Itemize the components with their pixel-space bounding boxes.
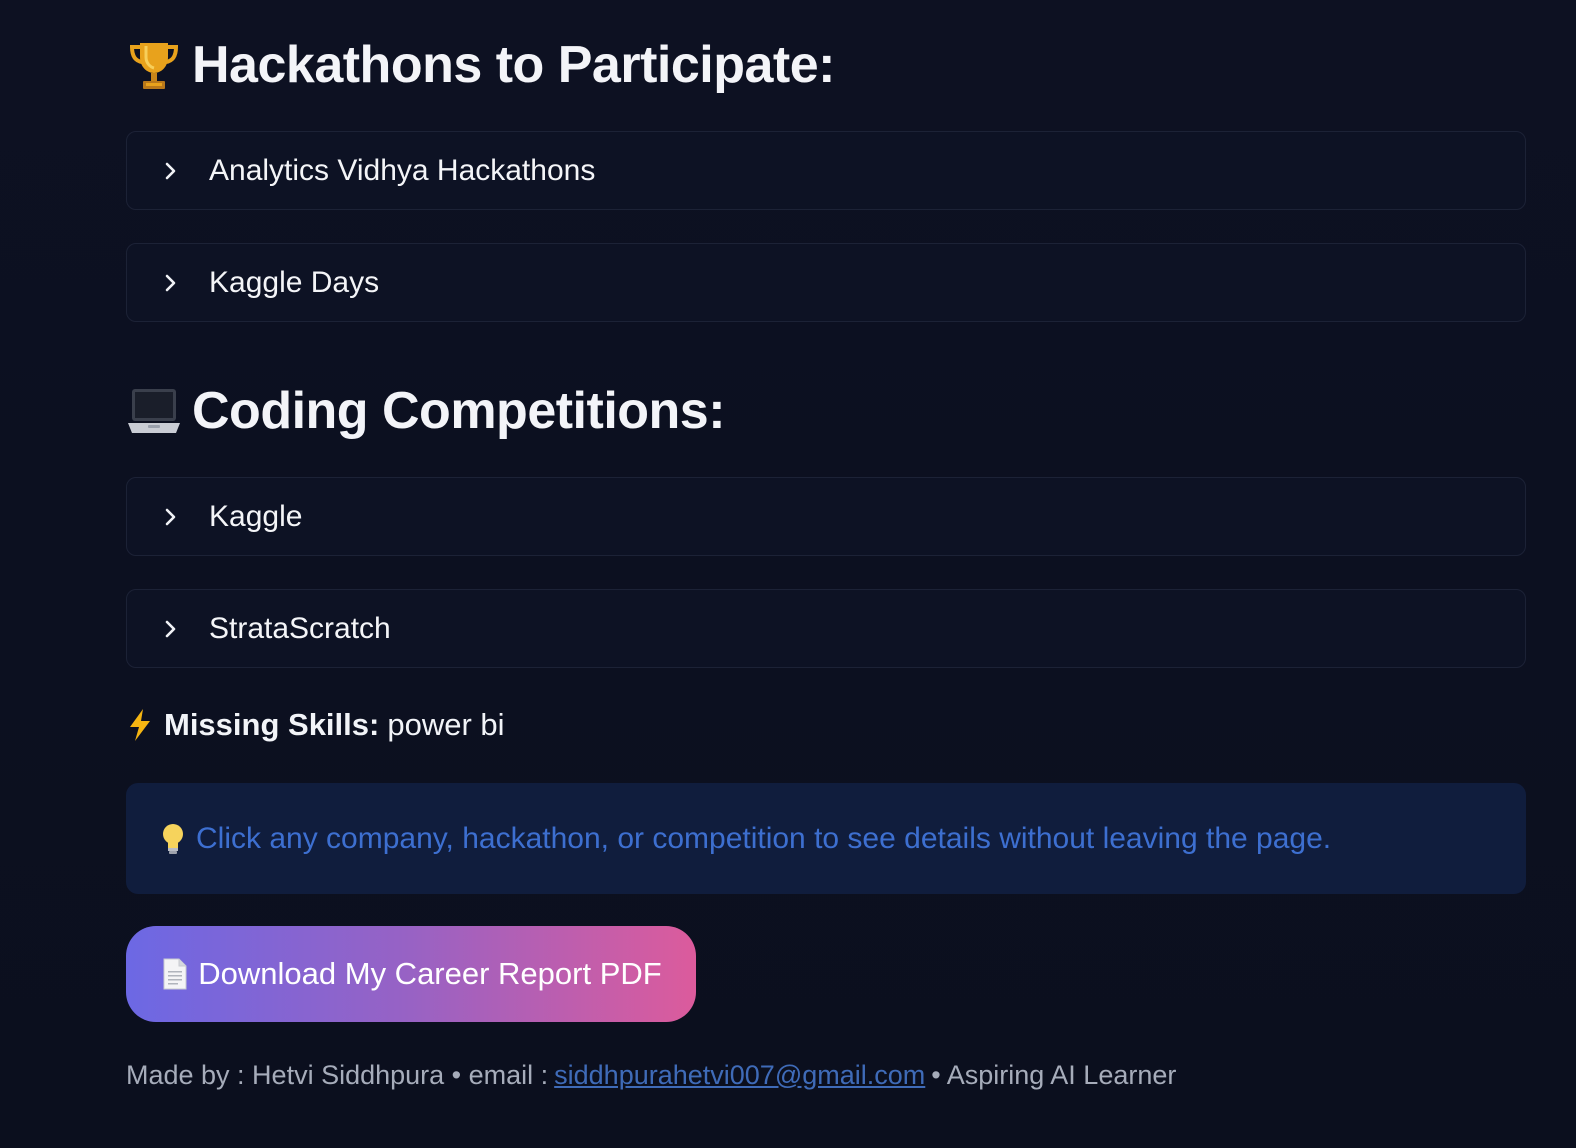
expander-stratascratch[interactable]: StrataScratch bbox=[126, 589, 1526, 668]
expander-label: StrataScratch bbox=[209, 611, 391, 645]
footer: Made by : Hetvi Siddhpura • email : sidd… bbox=[126, 1057, 1176, 1093]
hackathons-heading: Hackathons to Participate: bbox=[126, 32, 835, 98]
chevron-right-icon bbox=[163, 273, 179, 293]
info-alert: Click any company, hackathon, or competi… bbox=[126, 783, 1526, 894]
download-button-label: Download My Career Report PDF bbox=[198, 956, 662, 991]
expander-label: Kaggle Days bbox=[209, 265, 380, 299]
expander-label: Kaggle bbox=[209, 499, 303, 533]
laptop-icon bbox=[126, 383, 182, 439]
document-icon bbox=[160, 957, 190, 991]
hackathons-title: Hackathons to Participate: bbox=[192, 36, 835, 94]
page: Hackathons to Participate: Analytics Vid… bbox=[0, 0, 1576, 1148]
chevron-right-icon bbox=[163, 507, 179, 527]
expander-label: Analytics Vidhya Hackathons bbox=[209, 153, 596, 187]
footer-made-by: Made by : Hetvi Siddhpura • email : bbox=[126, 1059, 549, 1090]
footer-email-link[interactable]: siddhpurahetvi007@gmail.com bbox=[554, 1060, 925, 1091]
trophy-icon bbox=[126, 37, 182, 93]
missing-skills: Missing Skills: power bi bbox=[126, 703, 505, 747]
lightning-icon bbox=[126, 708, 154, 742]
expander-kaggle-days[interactable]: Kaggle Days bbox=[126, 243, 1526, 322]
download-report-button[interactable]: Download My Career Report PDF bbox=[126, 926, 696, 1022]
lightbulb-icon bbox=[160, 822, 186, 856]
chevron-right-icon bbox=[163, 619, 179, 639]
coding-heading: Coding Competitions: bbox=[126, 378, 726, 444]
chevron-right-icon bbox=[163, 161, 179, 181]
expander-kaggle[interactable]: Kaggle bbox=[126, 477, 1526, 556]
expander-analytics-vidhya[interactable]: Analytics Vidhya Hackathons bbox=[126, 131, 1526, 210]
missing-skills-label: Missing Skills: bbox=[164, 707, 380, 742]
info-text: Click any company, hackathon, or competi… bbox=[196, 821, 1332, 855]
coding-title: Coding Competitions: bbox=[192, 382, 726, 440]
missing-skills-value: power bi bbox=[387, 707, 505, 742]
footer-tagline: • Aspiring AI Learner bbox=[931, 1059, 1177, 1090]
